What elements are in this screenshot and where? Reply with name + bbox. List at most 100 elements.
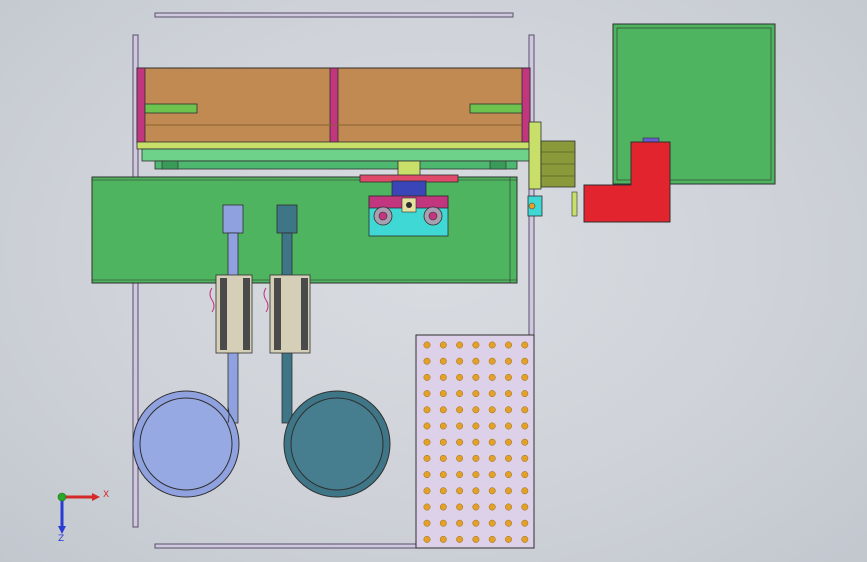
perforation-hole bbox=[505, 535, 512, 543]
perforation-hole bbox=[439, 341, 447, 349]
perforation-hole bbox=[472, 357, 480, 365]
perforation-hole bbox=[505, 390, 512, 398]
perforation-hole bbox=[488, 422, 496, 430]
drive-motor[interactable] bbox=[527, 121, 578, 217]
perforation-hole bbox=[423, 373, 431, 381]
perforation-hole bbox=[521, 438, 529, 446]
perforated-plate[interactable] bbox=[415, 334, 535, 549]
perforation-hole bbox=[505, 519, 512, 527]
perforation-hole bbox=[456, 487, 464, 495]
perforation-hole bbox=[456, 341, 464, 349]
perforation-hole bbox=[488, 471, 496, 479]
perforation-hole bbox=[521, 373, 529, 381]
perforation-hole bbox=[472, 373, 480, 381]
perforation-hole bbox=[472, 438, 480, 446]
perforation-hole bbox=[472, 422, 480, 430]
perforation-hole bbox=[423, 535, 431, 543]
perforation-hole bbox=[488, 373, 496, 381]
perforation-hole bbox=[456, 471, 464, 479]
perforation-hole bbox=[439, 519, 447, 527]
perforation-hole bbox=[472, 341, 480, 349]
perforation-hole bbox=[488, 535, 496, 543]
cad-viewport[interactable]: X Z bbox=[0, 0, 867, 562]
perforation-hole bbox=[521, 390, 529, 398]
perforation-hole bbox=[456, 438, 464, 446]
perforation-hole bbox=[423, 503, 431, 511]
perforation-hole bbox=[472, 487, 480, 495]
clamp-left[interactable] bbox=[209, 274, 253, 354]
perforation-hole bbox=[521, 519, 529, 527]
perforation-hole bbox=[456, 390, 464, 398]
perforation-hole bbox=[472, 535, 480, 543]
clamp-right[interactable] bbox=[263, 274, 311, 354]
perforation-hole bbox=[456, 454, 464, 462]
perforation-hole bbox=[472, 471, 480, 479]
perforation-hole bbox=[488, 357, 496, 365]
conveyor-tray[interactable] bbox=[136, 67, 531, 144]
perforation-hole bbox=[488, 519, 496, 527]
perforation-hole bbox=[505, 373, 512, 381]
perforation-hole bbox=[456, 373, 464, 381]
perforation-hole bbox=[505, 406, 512, 414]
perforation-hole bbox=[456, 406, 464, 414]
perforation-hole bbox=[521, 454, 529, 462]
perforation-hole bbox=[521, 357, 529, 365]
y-axis-dot bbox=[57, 492, 67, 502]
x-axis-label: X bbox=[103, 490, 109, 500]
perforation-hole bbox=[488, 487, 496, 495]
perforation-hole bbox=[472, 390, 480, 398]
perforation-hole bbox=[423, 487, 431, 495]
perforation-hole bbox=[472, 406, 480, 414]
perforation-hole bbox=[439, 406, 447, 414]
perforation-hole bbox=[488, 390, 496, 398]
perforation-hole bbox=[505, 503, 512, 511]
perforation-hole bbox=[521, 535, 529, 543]
perforation-hole bbox=[439, 373, 447, 381]
perforation-hole bbox=[439, 454, 447, 462]
carriage-block[interactable] bbox=[359, 160, 459, 237]
perforation-hole bbox=[423, 390, 431, 398]
perforation-hole bbox=[472, 503, 480, 511]
perforation-hole bbox=[439, 390, 447, 398]
perforation-hole bbox=[439, 503, 447, 511]
perforation-hole bbox=[456, 535, 464, 543]
perforation-hole bbox=[423, 357, 431, 365]
perforation-hole bbox=[505, 422, 512, 430]
perforation-hole bbox=[439, 535, 447, 543]
model-drawing[interactable]: X Z bbox=[0, 0, 867, 562]
perforation-hole bbox=[488, 406, 496, 414]
perforation-hole bbox=[439, 471, 447, 479]
long-green-plate[interactable] bbox=[91, 176, 518, 284]
perforation-hole bbox=[488, 341, 496, 349]
perforation-hole bbox=[521, 341, 529, 349]
winding-coil-light[interactable] bbox=[132, 390, 240, 498]
perforation-hole bbox=[521, 422, 529, 430]
perforation-hole bbox=[423, 422, 431, 430]
perforation-hole bbox=[423, 341, 431, 349]
perforation-hole bbox=[505, 341, 512, 349]
perforation-hole bbox=[423, 471, 431, 479]
perforation-hole bbox=[423, 406, 431, 414]
winding-coil-dark[interactable] bbox=[283, 390, 391, 498]
perforation-hole bbox=[423, 454, 431, 462]
perforation-hole bbox=[456, 519, 464, 527]
perforation-hole bbox=[521, 471, 529, 479]
perforation-hole bbox=[521, 503, 529, 511]
perforation-hole bbox=[488, 438, 496, 446]
perforation-hole bbox=[423, 438, 431, 446]
perforation-hole bbox=[439, 357, 447, 365]
perforation-hole bbox=[488, 454, 496, 462]
perforation-hole bbox=[423, 519, 431, 527]
perforation-hole bbox=[505, 454, 512, 462]
perforation-hole bbox=[456, 422, 464, 430]
perforation-hole bbox=[456, 503, 464, 511]
perforation-hole bbox=[505, 471, 512, 479]
perforation-hole bbox=[505, 357, 512, 365]
z-axis-label: Z bbox=[58, 534, 64, 544]
perforation-hole bbox=[439, 438, 447, 446]
perforation-hole bbox=[488, 503, 496, 511]
coordinate-triad: X Z bbox=[57, 490, 109, 544]
guide-strip[interactable] bbox=[136, 141, 531, 170]
perforation-hole bbox=[521, 487, 529, 495]
perforation-hole bbox=[505, 487, 512, 495]
